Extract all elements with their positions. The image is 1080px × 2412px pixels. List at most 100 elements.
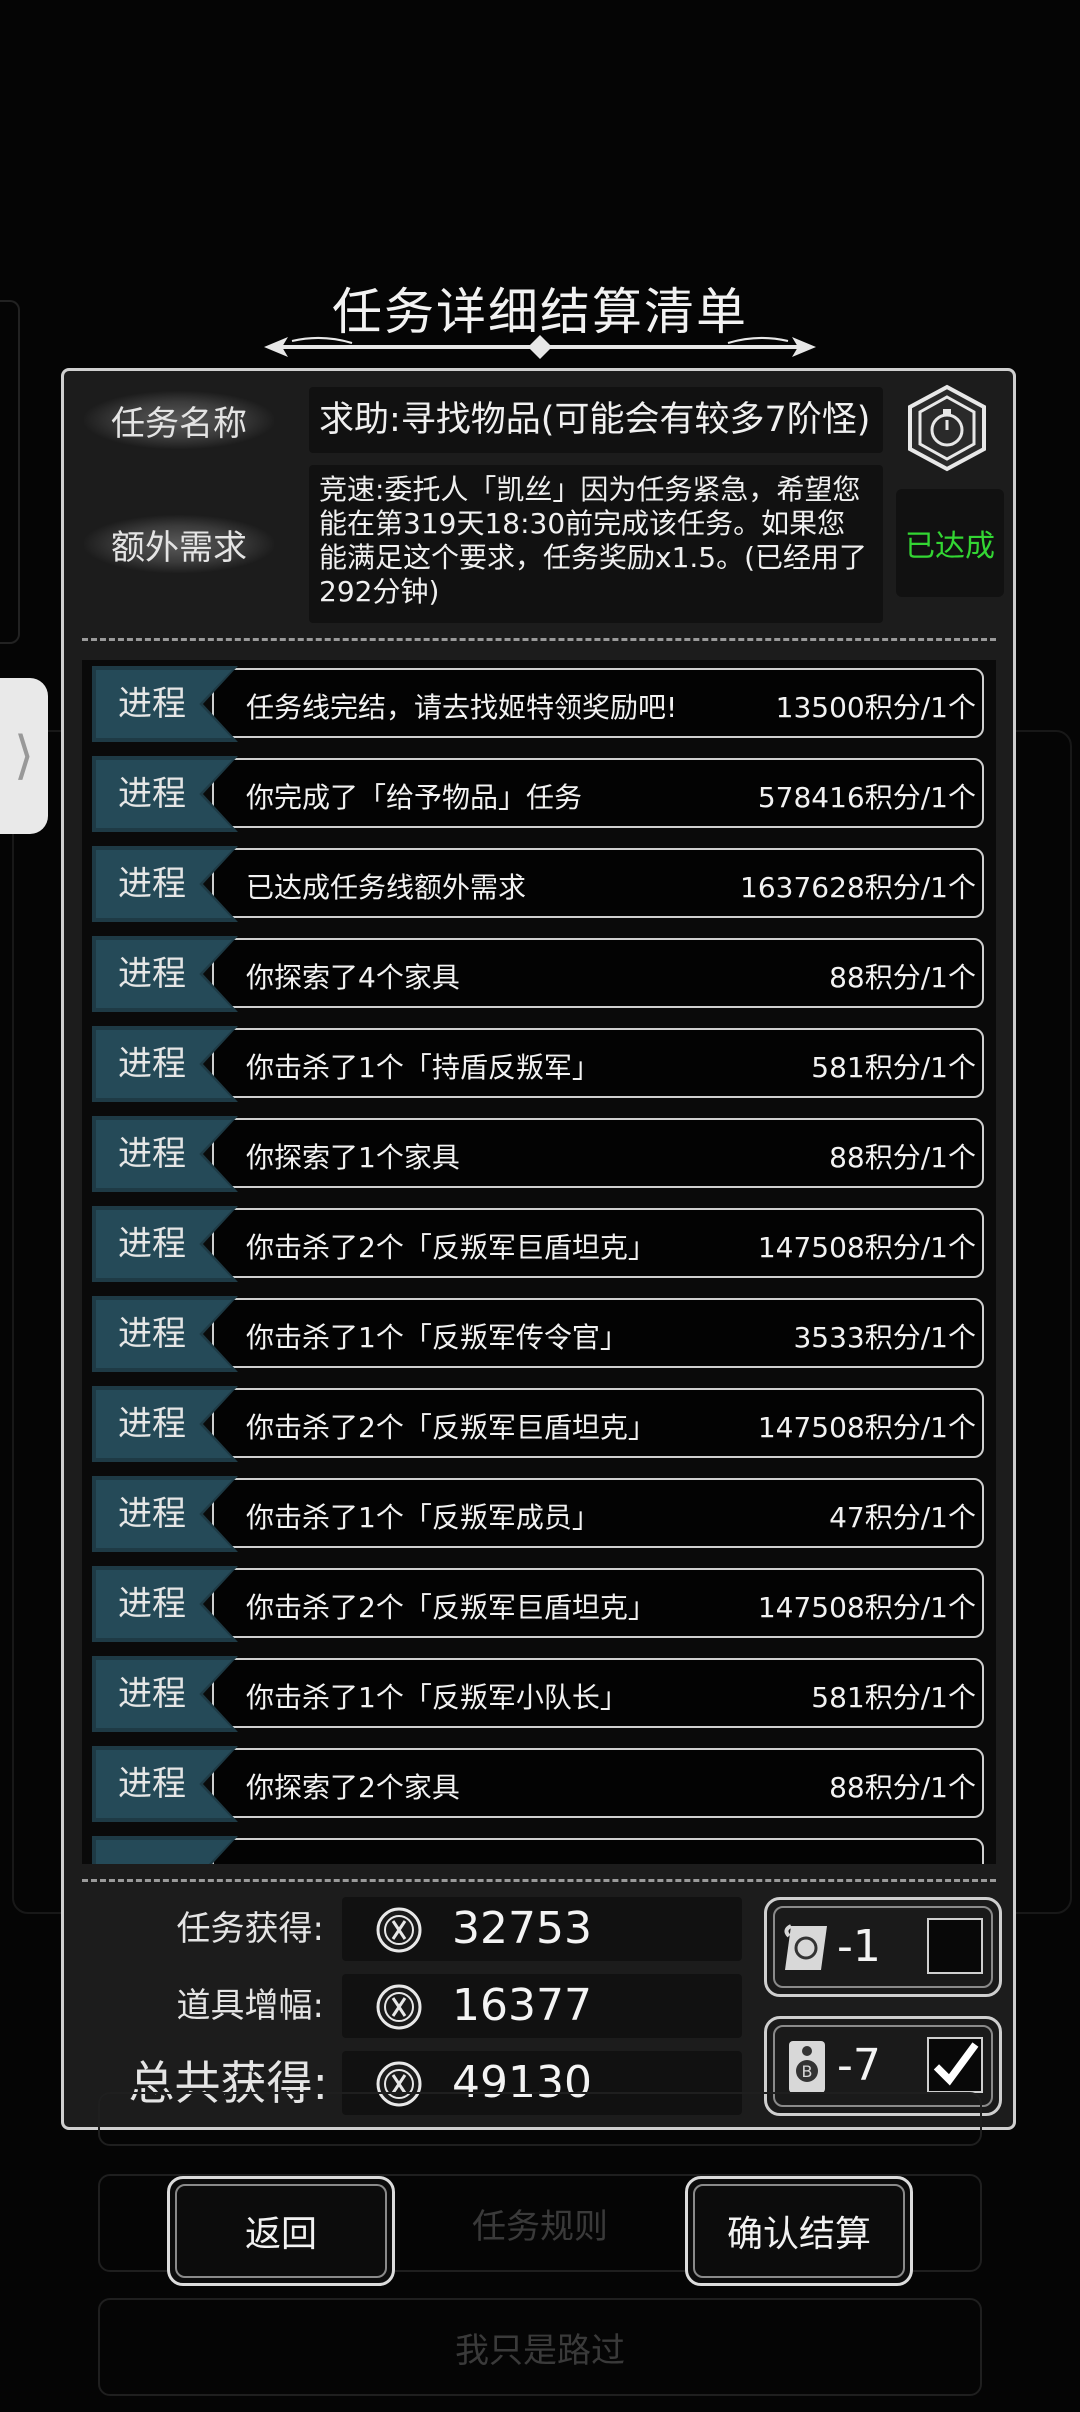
progress-row-body: 你探索了1个家具 88积分/1个 [212,1118,984,1188]
progress-row-body: 你完成了「给予物品」任务 578416积分/1个 [212,758,984,828]
progress-row-body: 你击杀了1个「反叛军成员」 47积分/1个 [212,1478,984,1548]
progress-description: 你击杀了1个「持盾反叛军」 [246,1051,600,1084]
progress-row-body: 你击杀了2个「反叛军巨盾坦克」 147508积分/1个 [212,1208,984,1278]
background-left-edge [0,300,20,644]
progress-row: 你探索了1个家具 88积分/1个 进程 [92,1116,984,1192]
progress-tag-label: 进程 [118,1404,186,1444]
progress-row-body: 你击杀了1个「反叛军小队长」 581积分/1个 [212,1658,984,1728]
pass-by-label: 我只是路过 [455,2330,625,2371]
progress-row-body: 你击杀了2个「反叛军巨盾坦克」 147508积分/1个 [212,1388,984,1458]
task-gain-label: 任务获得: [176,1909,324,1949]
title-ornament [264,335,816,359]
progress-row-body: 你探索了2个家具 88积分/1个 [212,1748,984,1818]
requirement-status-badge: 已达成 [896,489,1004,597]
confirm-settlement-button[interactable]: 确认结算 [685,2176,913,2286]
task-name-label: 任务名称 [84,391,274,449]
progress-description: 你完成了「给予物品」任务 [246,781,583,814]
progress-row-body: 你探索了4个家具 88积分/1个 [212,938,984,1008]
progress-row-body: 任务线完结，请去找姬特领奖励吧! 13500积分/1个 [212,668,984,738]
progress-points: 578416积分/1个 [757,781,976,814]
progress-row [92,1836,984,1864]
progress-row: 你击杀了2个「反叛军巨盾坦克」 147508积分/1个 进程 [92,1386,984,1462]
progress-description: 你探索了1个家具 [246,1141,460,1174]
progress-tag-label: 进程 [118,684,186,724]
progress-points: 1637628积分/1个 [740,871,976,904]
progress-points: 88积分/1个 [829,961,976,994]
progress-description: 已达成任务线额外需求 [246,871,527,904]
back-button-label: 返回 [244,2214,317,2255]
progress-description: 你击杀了2个「反叛军巨盾坦克」 [246,1591,656,1624]
progress-row: 你完成了「给予物品」任务 578416积分/1个 进程 [92,756,984,832]
progress-tag-label: 进程 [118,774,186,814]
divider-bottom [82,1879,996,1882]
progress-row: 你探索了2个家具 88积分/1个 进程 [92,1746,984,1822]
item-boost-box: 16377 [342,1974,742,2038]
progress-tag-label: 进程 [118,1044,186,1084]
item-boost-label: 道具增幅: [176,1986,324,2026]
progress-row: 你击杀了1个「持盾反叛军」 581积分/1个 进程 [92,1026,984,1102]
progress-description: 任务线完结，请去找姬特领奖励吧! [246,691,678,724]
progress-points: 147508积分/1个 [757,1231,976,1264]
progress-tag-label: 进程 [118,1764,186,1804]
progress-row: 任务线完结，请去找姬特领奖励吧! 13500积分/1个 进程 [92,666,984,742]
progress-points: 47积分/1个 [829,1501,976,1534]
progress-row: 你击杀了1个「反叛军小队长」 581积分/1个 进程 [92,1656,984,1732]
progress-list[interactable]: 任务线完结，请去找姬特领奖励吧! 13500积分/1个 进程 你完成了「给予物品」任务… [82,660,996,1864]
task-gain-value: 32753 [452,1903,592,1954]
checkmark-icon [933,2042,979,2086]
stopwatch-badge-icon [908,384,986,472]
progress-description: 你击杀了1个「反叛军小队长」 [246,1681,628,1714]
coin-icon [376,1907,422,1953]
progress-row: 你击杀了1个「反叛军传令官」 3533积分/1个 进程 [92,1296,984,1372]
progress-points: 581积分/1个 [811,1051,976,1084]
progress-row: 你击杀了1个「反叛军成员」 47积分/1个 进程 [92,1476,984,1552]
pass-by-button[interactable]: 我只是路过 [98,2298,982,2396]
svg-text:B: B [802,2062,813,2081]
chevron-right-icon: ⟩ [13,726,35,786]
progress-row-body: 已达成任务线额外需求 1637628积分/1个 [212,848,984,918]
progress-description: 你探索了2个家具 [246,1771,460,1804]
scroll-item-toggle[interactable]: -1 [764,1897,1002,1997]
progress-tag-label: 进程 [118,1134,186,1174]
progress-points: 147508积分/1个 [757,1591,976,1624]
progress-description: 你击杀了1个「反叛军成员」 [246,1501,600,1534]
progress-points: 88积分/1个 [829,1771,976,1804]
confirm-settlement-label: 确认结算 [726,2214,871,2255]
progress-points: 88积分/1个 [829,1141,976,1174]
progress-row-body: 你击杀了1个「反叛军传令官」 3533积分/1个 [212,1298,984,1368]
extra-requirement-label: 额外需求 [84,515,274,573]
progress-tag-label: 进程 [118,954,186,994]
progress-tag-label: 进程 [118,864,186,904]
task-gain-box: 32753 [342,1897,742,1961]
scroll-item-count: -1 [837,1921,881,1972]
progress-description: 你击杀了1个「反叛军传令官」 [246,1321,628,1354]
progress-description: 你击杀了2个「反叛军巨盾坦克」 [246,1231,656,1264]
extra-requirement-text: 竞速:委托人「凯丝」因为任务紧急，希望您能在第319天18:30前完成该任务。如… [309,465,883,623]
progress-tag-label: 进程 [118,1584,186,1624]
scroll-icon [784,1924,827,1970]
back-button[interactable]: 返回 [167,2176,395,2286]
progress-row: 你探索了4个家具 88积分/1个 进程 [92,936,984,1012]
divider-top [82,638,996,641]
progress-row-body: 你击杀了1个「持盾反叛军」 581积分/1个 [212,1028,984,1098]
progress-row: 你击杀了2个「反叛军巨盾坦克」 147508积分/1个 进程 [92,1566,984,1642]
task-name-value: 求助:寻找物品(可能会有较多7阶怪) [309,387,883,453]
progress-row-body [212,1838,984,1864]
progress-row-body: 你击杀了2个「反叛军巨盾坦克」 147508积分/1个 [212,1568,984,1638]
progress-row: 已达成任务线额外需求 1637628积分/1个 进程 [92,846,984,922]
progress-tag-label: 进程 [118,1494,186,1534]
item-boost-value: 16377 [452,1980,592,2031]
progress-row: 你击杀了2个「反叛军巨盾坦克」 147508积分/1个 进程 [92,1206,984,1282]
progress-points: 3533积分/1个 [793,1321,976,1354]
coin-icon [376,1984,422,2030]
side-expand-tab[interactable]: ⟩ [0,678,48,834]
progress-points: 147508积分/1个 [757,1411,976,1444]
bitcoin-card-icon: B [789,2041,825,2093]
progress-tag-label: 进程 [118,1314,186,1354]
progress-points: 13500积分/1个 [775,691,976,724]
scroll-item-checkbox[interactable] [927,1918,983,1974]
progress-tag-label: 进程 [118,1674,186,1714]
progress-description: 你击杀了2个「反叛军巨盾坦克」 [246,1411,656,1444]
bitcoin-card-item-checkbox[interactable] [927,2037,983,2093]
progress-description: 你探索了4个家具 [246,961,460,994]
